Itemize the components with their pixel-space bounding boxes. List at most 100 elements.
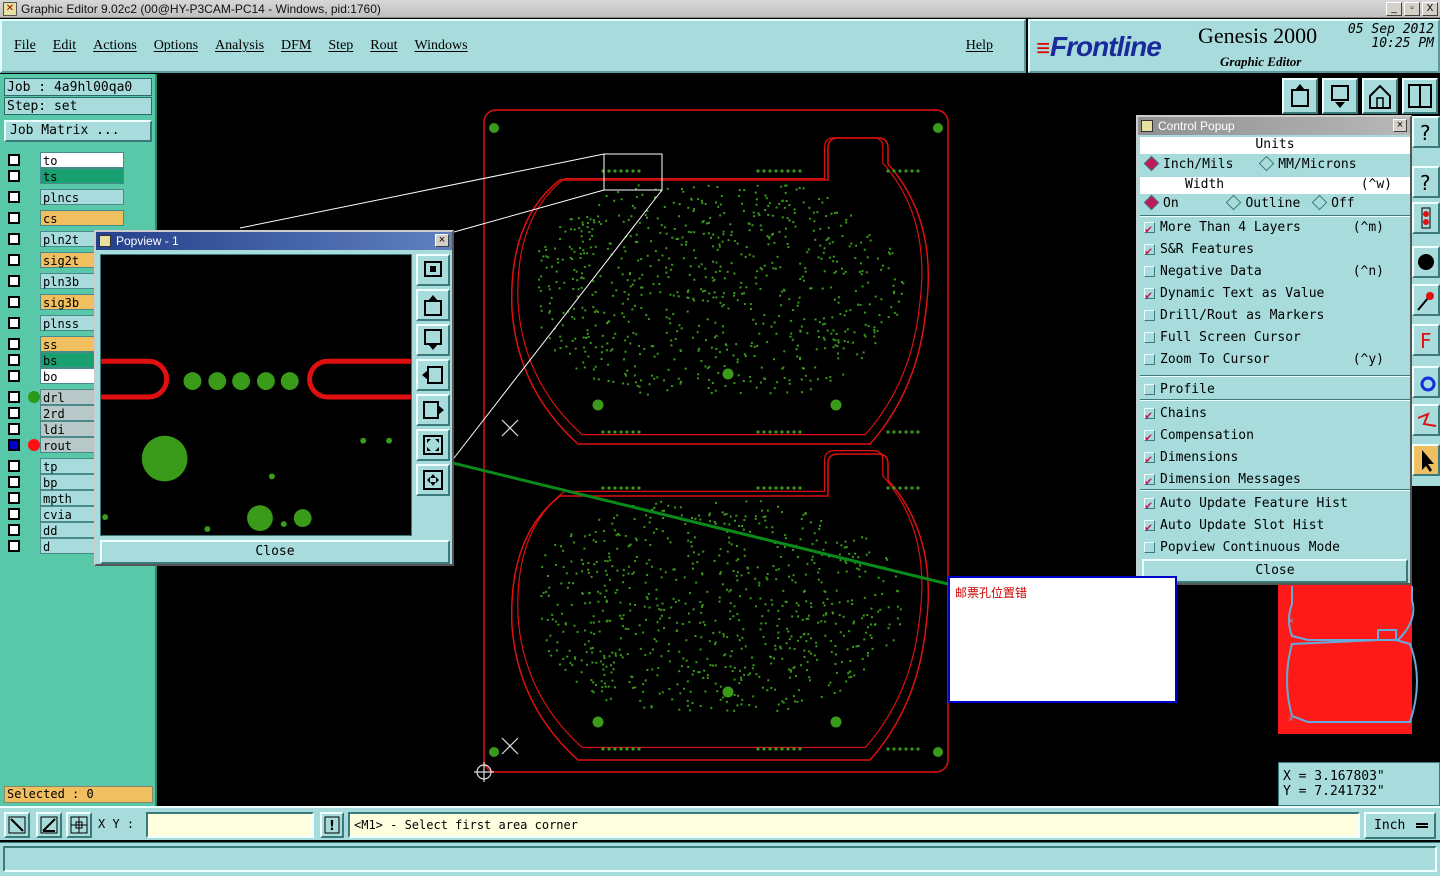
tool-6-button[interactable]: F <box>1412 324 1440 356</box>
mm-microns-radio[interactable] <box>1259 155 1275 172</box>
tool-7-button[interactable] <box>1412 366 1440 398</box>
maximize-button[interactable]: ▫ <box>1404 1 1420 16</box>
layer-row-0[interactable]: to <box>4 152 154 168</box>
layer-visibility-checkbox[interactable] <box>8 154 20 166</box>
layer-visibility-checkbox[interactable] <box>8 492 20 504</box>
job-matrix-button[interactable]: Job Matrix ... <box>4 120 152 142</box>
xy-input[interactable] <box>146 812 314 838</box>
menu-options[interactable]: Options <box>154 38 198 54</box>
control-popup-close-x-button[interactable]: × <box>1393 119 1407 132</box>
popview-pan-left-button[interactable] <box>416 359 450 391</box>
option-checkbox[interactable] <box>1144 426 1155 448</box>
option-checkbox[interactable] <box>1144 542 1155 553</box>
option-checkbox[interactable] <box>1144 218 1155 240</box>
layer-visibility-checkbox[interactable] <box>8 439 20 451</box>
exclamation-button[interactable]: ! <box>320 812 344 838</box>
popview-zoom-out-button[interactable] <box>416 429 450 461</box>
option-checkbox[interactable] <box>1144 494 1155 516</box>
tool-2-button[interactable]: ? <box>1412 166 1440 198</box>
menu-dfm[interactable]: DFM <box>281 38 311 54</box>
option-checkbox[interactable] <box>1144 266 1155 277</box>
layer-visibility-checkbox[interactable] <box>8 423 20 435</box>
layer-visibility-checkbox[interactable] <box>8 233 20 245</box>
annotation-note[interactable]: 邮票孔位置错 <box>948 576 1177 703</box>
option-row[interactable]: Auto Update Slot Hist <box>1140 515 1410 538</box>
select-tool-button[interactable] <box>1412 444 1440 476</box>
layer-visibility-checkbox[interactable] <box>8 524 20 536</box>
menu-edit[interactable]: Edit <box>53 38 76 54</box>
snap-angle-button[interactable] <box>36 812 62 838</box>
option-profile[interactable]: Profile <box>1140 379 1410 401</box>
width-on-radio[interactable] <box>1143 194 1160 211</box>
option-row[interactable]: Zoom To Cursor (^y) <box>1140 349 1410 371</box>
layer-visibility-checkbox[interactable] <box>8 354 20 366</box>
tool-1-button[interactable]: ? <box>1412 116 1440 148</box>
option-row[interactable]: Dynamic Text as Value <box>1140 283 1410 306</box>
layer-name[interactable]: to <box>40 152 124 168</box>
tool-3-button[interactable] <box>1412 202 1440 234</box>
popview-zoom-box-button[interactable] <box>416 254 450 286</box>
layer-visibility-checkbox[interactable] <box>8 212 20 224</box>
units-selector[interactable]: Inch <box>1364 812 1436 839</box>
option-row[interactable]: Auto Update Feature Hist <box>1140 493 1410 516</box>
profile-checkbox[interactable] <box>1144 384 1155 395</box>
menu-rout[interactable]: Rout <box>370 38 397 54</box>
option-row[interactable]: Compensation <box>1140 425 1410 448</box>
layer-visibility-checkbox[interactable] <box>8 275 20 287</box>
inch-mils-radio[interactable] <box>1143 155 1160 172</box>
menu-file[interactable]: File <box>14 38 36 54</box>
option-checkbox[interactable] <box>1144 448 1155 470</box>
popview-close-button[interactable]: Close <box>100 540 450 564</box>
width-off-radio[interactable] <box>1311 194 1328 211</box>
menu-analysis[interactable]: Analysis <box>215 38 264 54</box>
zoom-home-button[interactable] <box>1282 78 1318 114</box>
option-row[interactable]: Chains <box>1140 403 1410 426</box>
layer-visibility-checkbox[interactable] <box>8 338 20 350</box>
layer-visibility-checkbox[interactable] <box>8 170 20 182</box>
popview-canvas[interactable] <box>100 254 412 536</box>
layer-visibility-checkbox[interactable] <box>8 508 20 520</box>
layer-visibility-checkbox[interactable] <box>8 370 20 382</box>
layer-visibility-checkbox[interactable] <box>8 540 20 552</box>
layer-row-3[interactable]: cs <box>4 210 154 226</box>
popview-pan-up-button[interactable] <box>416 289 450 321</box>
option-checkbox[interactable] <box>1144 284 1155 306</box>
home-view-button[interactable] <box>1362 78 1398 114</box>
layer-visibility-checkbox[interactable] <box>8 476 20 488</box>
width-outline-radio[interactable] <box>1226 194 1242 211</box>
zoom-fit-button[interactable] <box>1322 78 1358 114</box>
layer-row-2[interactable]: plncs <box>4 189 154 205</box>
menu-step[interactable]: Step <box>328 38 353 54</box>
layer-visibility-checkbox[interactable] <box>8 460 20 472</box>
option-row[interactable]: Popview Continuous Mode <box>1140 537 1410 559</box>
minimize-button[interactable]: _ <box>1386 1 1402 16</box>
option-row[interactable]: Drill/Rout as Markers <box>1140 305 1410 327</box>
layer-visibility-checkbox[interactable] <box>8 191 20 203</box>
layer-row-1[interactable]: ts <box>4 168 154 184</box>
layer-visibility-checkbox[interactable] <box>8 296 20 308</box>
overview-map[interactable]: × × <box>1278 580 1440 760</box>
layer-visibility-checkbox[interactable] <box>8 317 20 329</box>
tool-5-button[interactable] <box>1412 284 1440 316</box>
option-row[interactable]: Full Screen Cursor <box>1140 327 1410 349</box>
window-layout-button[interactable] <box>1402 78 1438 114</box>
option-checkbox[interactable] <box>1144 240 1155 262</box>
tool-4-button[interactable] <box>1412 246 1440 278</box>
option-checkbox[interactable] <box>1144 470 1155 492</box>
tool-8-button[interactable] <box>1412 404 1440 436</box>
option-row[interactable]: Negative Data (^n) <box>1140 261 1410 283</box>
option-checkbox[interactable] <box>1144 354 1155 365</box>
layer-visibility-checkbox[interactable] <box>8 254 20 266</box>
layer-name[interactable]: cs <box>40 210 124 226</box>
control-popup-close-button[interactable]: Close <box>1142 559 1408 583</box>
option-row[interactable]: Dimensions <box>1140 447 1410 470</box>
option-row[interactable]: S&R Features <box>1140 239 1410 262</box>
snap-mode-button[interactable] <box>4 812 30 838</box>
option-checkbox[interactable] <box>1144 404 1155 426</box>
close-window-button[interactable]: X <box>1422 1 1438 16</box>
option-row[interactable]: More Than 4 Layers(^m) <box>1140 217 1410 240</box>
popview-close-x-button[interactable]: × <box>435 234 449 247</box>
menu-windows[interactable]: Windows <box>415 38 468 54</box>
grid-snap-button[interactable] <box>66 812 92 838</box>
popview-zoom-in-button[interactable] <box>416 464 450 496</box>
